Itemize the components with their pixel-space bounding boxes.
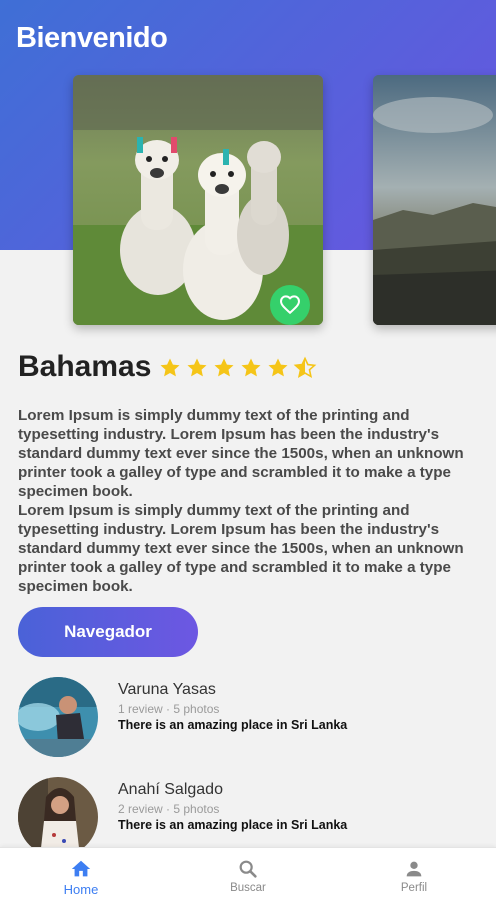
nav-item-perfil[interactable]: Perfil [354,848,474,903]
nav-item-home[interactable]: Home [21,848,141,903]
navigate-button[interactable]: Navegador [18,607,198,657]
avatar [18,677,98,757]
star-icon [214,358,234,377]
landscape-photo [373,75,496,325]
nav-label-buscar: Buscar [230,882,266,894]
reviewer-photo [18,677,98,757]
nav-label-perfil: Perfil [400,882,428,894]
place-description: Lorem Ipsum is simply dummy text of the … [18,502,464,595]
review-item: Varuna Yasas 1 review · 5 photos There i… [18,677,478,757]
star-icon [160,358,180,377]
star-half-icon [293,356,317,378]
person-icon [406,861,422,877]
reviewer-photo [18,777,98,857]
review-text: There is an amazing place in Sri Lanka [118,718,348,732]
review-item: Anahí Salgado 2 review · 5 photos There … [18,777,478,857]
home-icon [71,860,91,877]
nav-label-home: Home [63,882,99,897]
nav-item-buscar[interactable]: Buscar [188,848,308,903]
heart-icon [280,295,300,315]
star-icon [241,358,261,377]
star-icon [268,358,288,377]
bottom-navigation: Home Buscar Perfil [0,847,496,903]
place-card-alpacas[interactable] [73,75,323,325]
avatar [18,777,98,857]
review-text: There is an amazing place in Sri Lanka [118,818,348,832]
rating-stars [158,356,317,380]
star-icon [187,358,207,377]
review-meta: 2 review · 5 photos [118,802,220,816]
search-icon [239,860,257,878]
place-description: Lorem Ipsum is simply dummy text of the … [18,407,464,500]
place-card-landscape[interactable] [373,75,496,325]
reviewer-name: Anahí Salgado [118,781,223,798]
page-title: Bienvenido [16,22,168,54]
review-meta: 1 review · 5 photos [118,702,220,716]
reviewer-name: Varuna Yasas [118,681,216,698]
place-title: Bahamas [18,350,152,383]
favorite-button[interactable] [270,285,310,325]
